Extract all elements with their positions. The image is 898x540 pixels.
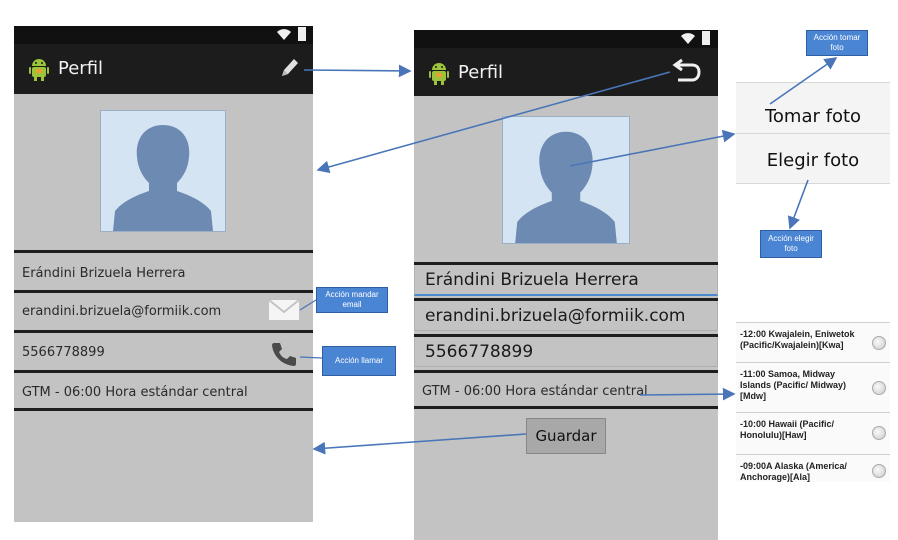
arrow-timezone-to-list bbox=[639, 387, 736, 401]
arrow-choose-photo-callout bbox=[787, 179, 809, 230]
arrow-edit-to-edit-screen bbox=[303, 64, 412, 78]
arrow-save-to-profile bbox=[312, 433, 527, 455]
arrow-back-to-profile bbox=[316, 71, 671, 174]
arrow-take-photo-callout bbox=[769, 57, 838, 105]
arrow-email-icon-to-callout bbox=[299, 299, 317, 311]
arrow-photo-to-menu bbox=[569, 129, 736, 167]
flow-arrows bbox=[299, 57, 838, 455]
arrow-phone-icon-to-callout bbox=[299, 356, 323, 359]
